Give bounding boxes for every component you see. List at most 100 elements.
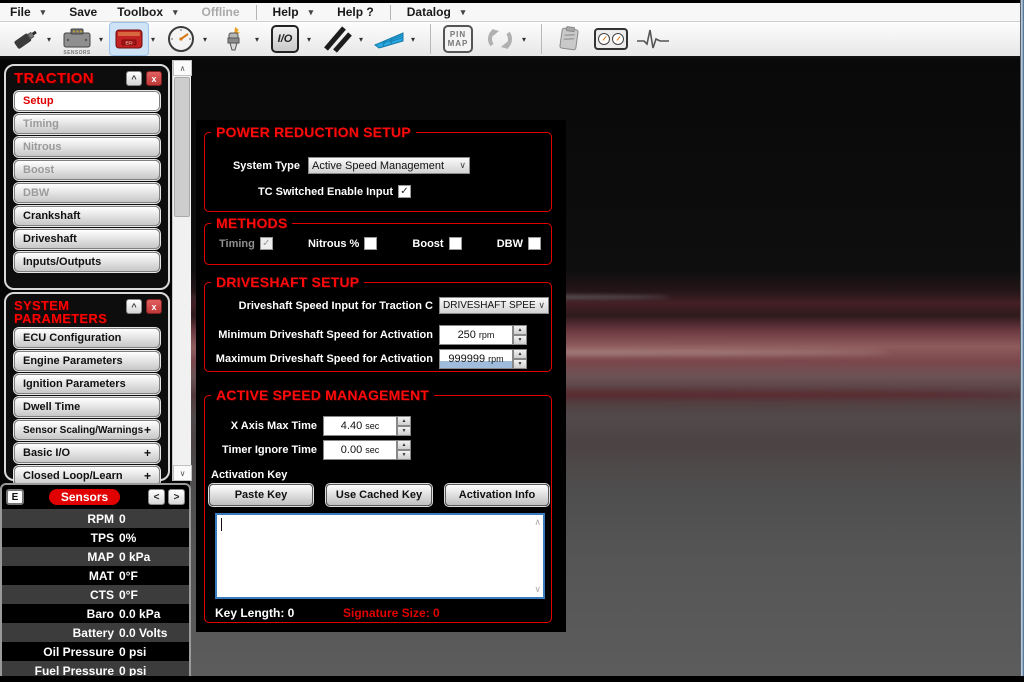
dual-gauges-icon[interactable] [592,23,630,55]
menu-file-caret[interactable]: ▾ [41,7,60,18]
sidebar-item-boost: Boost [14,160,160,180]
timing-stripes-icon[interactable] [318,23,356,55]
spinner-up-icon[interactable]: ▲ [513,325,527,335]
method-boost-checkbox[interactable] [449,237,462,250]
collapse-button[interactable]: ^ [126,71,142,86]
menu-datalog-caret[interactable]: ▾ [461,7,480,18]
min-driveshaft-spinner[interactable]: 250rpm ▲▼ [439,325,527,345]
spinner-up-icon[interactable]: ▲ [397,440,411,450]
scrollbar-thumb[interactable] [174,77,190,217]
sidebar-item-crankshaft[interactable]: Crankshaft [14,206,160,226]
window-right-edge [1020,0,1024,682]
spinner-down-icon[interactable]: ▼ [397,426,411,436]
tc-switched-checkbox[interactable]: ✓ [398,185,411,198]
sparkplug-dropdown-caret[interactable]: ▾ [252,35,262,44]
sidebar-scrollbar[interactable]: ∧ ∨ [172,60,191,481]
injector-icon[interactable] [6,23,44,55]
sidebar-item-driveshaft[interactable]: Driveshaft [14,229,160,249]
toolbar-separator [430,24,431,54]
gauge-dropdown-caret[interactable]: ▾ [200,35,210,44]
max-driveshaft-value: 999999 [448,353,485,365]
clipboard-icon[interactable] [550,23,588,55]
menu-save[interactable]: Save [59,5,107,19]
signature-size-text: Signature Size: 0 [343,606,440,620]
menu-help[interactable]: Help [263,5,309,19]
driveshaft-input-select[interactable]: DRIVESHAFT SPEED ∨ [439,297,549,314]
menu-help-caret[interactable]: ▾ [309,7,328,18]
scrollbar-up-arrow[interactable]: ∧ [173,60,192,76]
spinner-down-icon[interactable]: ▼ [513,335,527,345]
menu-datalog[interactable]: Datalog [397,5,461,19]
method-nitrous-checkbox[interactable] [364,237,377,250]
menu-offline: Offline [192,5,250,19]
sidebar-item-setup[interactable]: Setup [14,91,160,111]
graph-3d-icon[interactable] [370,23,408,55]
sidebar-item-dwell-time[interactable]: Dwell Time [14,397,160,417]
timer-value: 0.00 [341,444,362,456]
use-cached-key-button[interactable]: Use Cached Key [326,484,432,506]
menu-toolbox-caret[interactable]: ▾ [173,7,192,18]
max-driveshaft-spinner[interactable]: 999999rpm ▲▼ [439,349,527,369]
waveform-icon[interactable] [634,23,672,55]
asm-title: ACTIVE SPEED MANAGEMENT [211,387,434,403]
sensors-next-button[interactable]: > [168,489,185,505]
xaxis-unit: sec [365,421,379,431]
sidebar-item-sensor-scaling[interactable]: Sensor Scaling/Warnings+ [14,420,160,440]
menu-bar: File ▾ Save Toolbox ▾ Offline Help ▾ Hel… [0,3,1024,22]
system-type-select[interactable]: Active Speed Management ∨ [308,157,470,174]
sensors-dropdown-caret[interactable]: ▾ [96,35,106,44]
graph3d-dropdown-caret[interactable]: ▾ [408,35,418,44]
driveshaft-setup-fieldset: DRIVESHAFT SETUP Driveshaft Speed Input … [204,282,552,372]
scrollbar-down-arrow[interactable]: ∨ [173,465,192,481]
timing-dropdown-caret[interactable]: ▾ [356,35,366,44]
sensors-module-icon[interactable]: SENSORS [58,23,96,55]
spinner-down-icon[interactable]: ▼ [513,359,527,369]
efi-setup-icon[interactable]: EFI [110,23,148,55]
paste-key-button[interactable]: Paste Key [209,484,313,506]
spinner-down-icon[interactable]: ▼ [397,450,411,460]
timer-ignore-spinner[interactable]: 0.00sec ▲▼ [323,440,411,460]
method-dbw-checkbox[interactable] [528,237,541,250]
text-cursor [221,518,222,531]
power-reduction-fieldset: POWER REDUCTION SETUP System Type Active… [204,132,552,212]
injector-dropdown-caret[interactable]: ▾ [44,35,54,44]
sensor-row-map: MAP0 kPa [2,547,189,566]
sensor-row-battery: Battery0.0 Volts [2,623,189,642]
menu-help-question[interactable]: Help ? [327,5,384,19]
svg-text:EFI: EFI [125,41,132,46]
sync-icon[interactable] [481,23,519,55]
menu-file[interactable]: File [0,5,41,19]
spinner-up-icon[interactable]: ▲ [397,416,411,426]
gauge-icon[interactable] [162,23,200,55]
spinner-up-icon[interactable]: ▲ [513,349,527,359]
sensor-row-rpm: RPM0 [2,509,189,528]
sidebar-item-inputs-outputs[interactable]: Inputs/Outputs [14,252,160,272]
sidebar-item-ecu-configuration[interactable]: ECU Configuration [14,328,160,348]
system-type-value: Active Speed Management [312,160,456,172]
sync-dropdown-caret[interactable]: ▾ [519,35,529,44]
scroll-up-icon[interactable]: ∧ [534,517,541,528]
io-icon[interactable]: I/O [266,23,304,55]
expand-plus-icon: + [144,423,151,437]
activation-key-textarea[interactable]: ∧ ∨ [215,513,545,599]
efi-dropdown-caret[interactable]: ▾ [148,35,158,44]
activation-info-button[interactable]: Activation Info [445,484,549,506]
sparkplug-icon[interactable] [214,23,252,55]
sensor-row-tps: TPS0% [2,528,189,547]
close-button[interactable]: x [146,71,162,86]
collapse-button[interactable]: ^ [126,299,142,314]
menu-separator [390,5,391,20]
xaxis-max-time-spinner[interactable]: 4.40sec ▲▼ [323,416,411,436]
max-driveshaft-unit: rpm [488,354,504,364]
sidebar-item-basic-io[interactable]: Basic I/O+ [14,443,160,463]
sensor-row-baro: Baro0.0 kPa [2,604,189,623]
pin-map-icon[interactable]: PINMAP [439,23,477,55]
sensors-e-button[interactable]: E [6,489,24,505]
menu-toolbox[interactable]: Toolbox [107,5,173,19]
close-button[interactable]: x [146,299,162,314]
sidebar-item-engine-parameters[interactable]: Engine Parameters [14,351,160,371]
sidebar-item-ignition-parameters[interactable]: Ignition Parameters [14,374,160,394]
scroll-down-icon[interactable]: ∨ [534,584,541,595]
sensors-prev-button[interactable]: < [148,489,165,505]
io-dropdown-caret[interactable]: ▾ [304,35,314,44]
